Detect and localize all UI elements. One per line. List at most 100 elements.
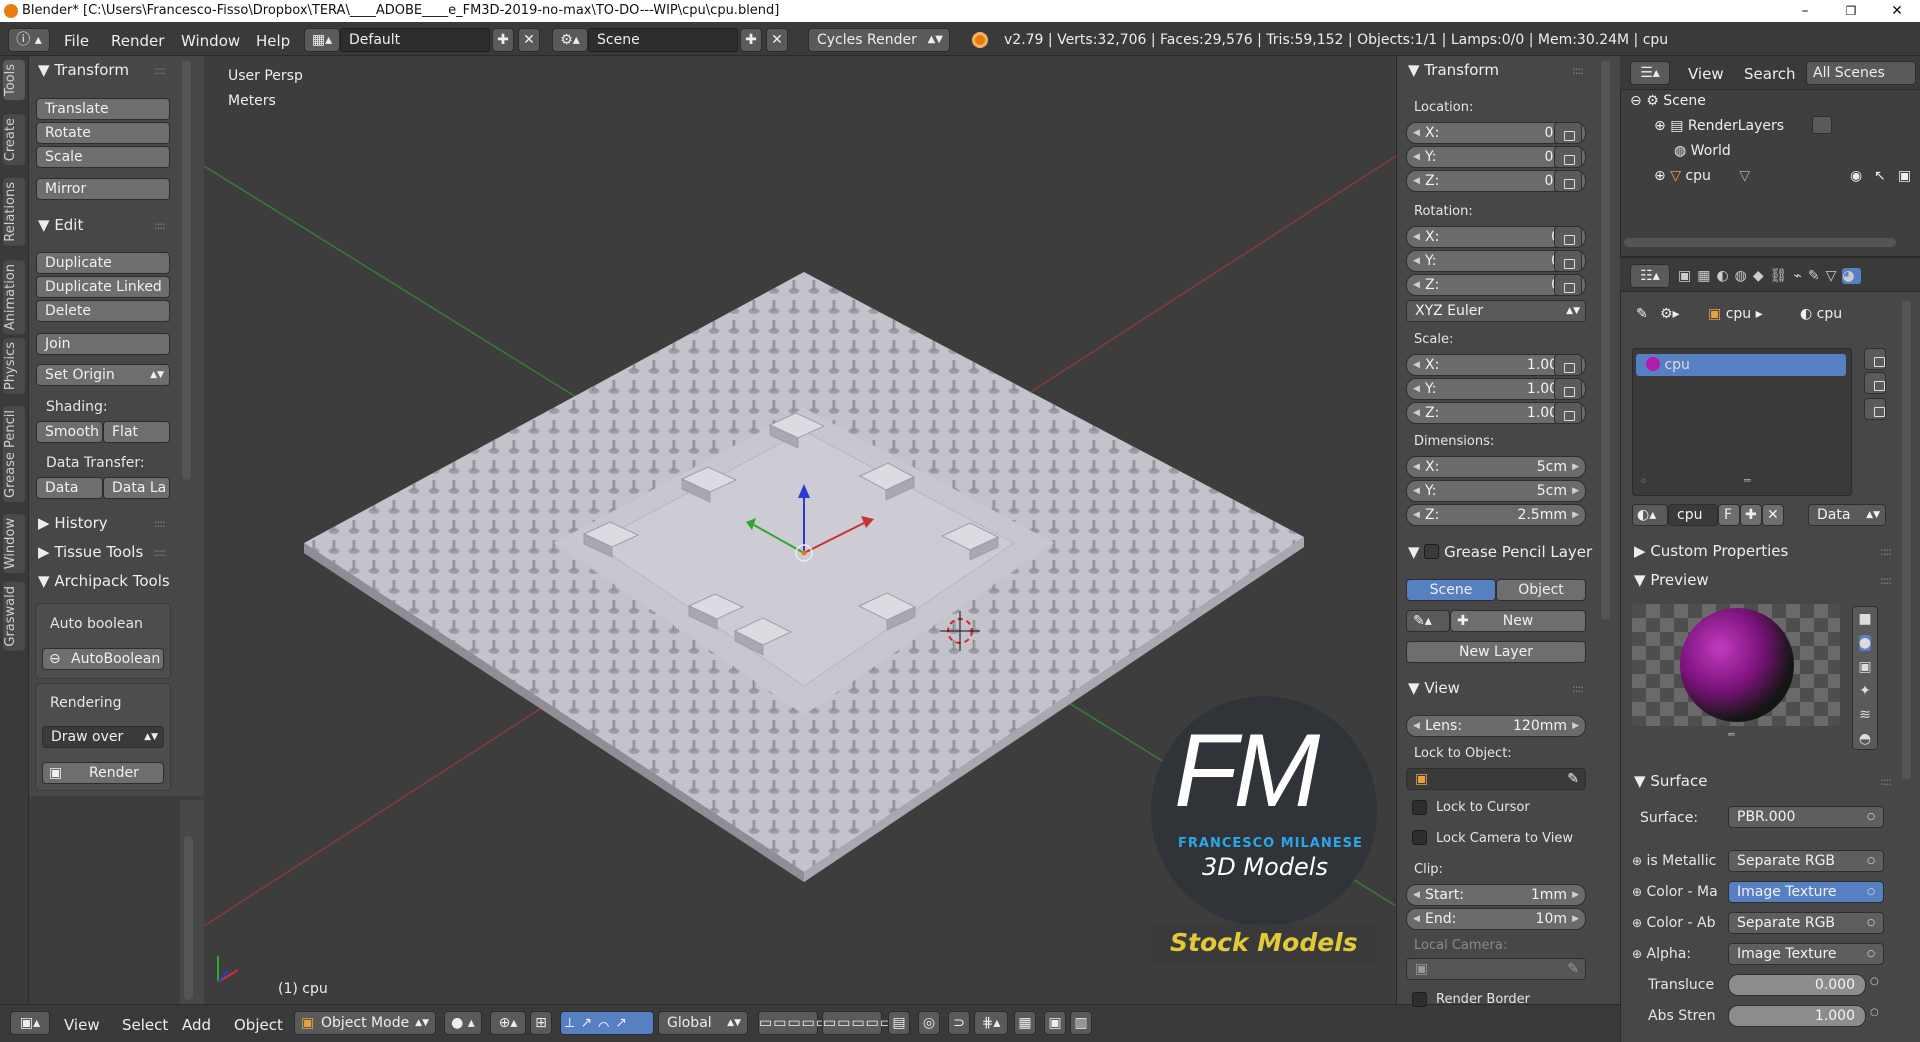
- gp-new-button[interactable]: ✚ New: [1450, 610, 1586, 632]
- dimensions-z-field[interactable]: ◀ Z: 2.5mm ▶: [1406, 504, 1586, 526]
- tab-window[interactable]: Window: [3, 514, 25, 574]
- drag-grip-icon[interactable]: ::::: [1880, 574, 1892, 587]
- surface-shader-field[interactable]: PBR.000 ○: [1728, 806, 1884, 828]
- scale-button[interactable]: Scale: [36, 146, 170, 168]
- draw-over-dropdown[interactable]: Draw over ▲▼: [42, 726, 164, 748]
- render-only-button[interactable]: ▦: [1014, 1011, 1036, 1035]
- material-slot-item[interactable]: cpu: [1636, 354, 1846, 376]
- dimensions-x-field[interactable]: ◀ X: 5cm ▶: [1406, 456, 1586, 478]
- flat-button[interactable]: Flat: [103, 421, 170, 443]
- add-material-slot-icon[interactable]: [1864, 348, 1886, 370]
- slot-resize-icon[interactable]: ◦: [1640, 474, 1647, 488]
- menu-window[interactable]: Window: [181, 30, 240, 52]
- history-panel-header[interactable]: ▶ History: [38, 514, 108, 532]
- layers-row-2[interactable]: ▭▭▭▭▭: [822, 1011, 893, 1035]
- outliner-row-scene[interactable]: ⊖ ⚙ Scene: [1630, 93, 1706, 109]
- render-camera-icon[interactable]: ▣: [1898, 168, 1911, 184]
- local-camera-field[interactable]: ▣ ✎: [1406, 958, 1586, 980]
- dimensions-y-field[interactable]: ◀ Y: 5cm ▶: [1406, 480, 1586, 502]
- mode-dropdown[interactable]: ▣ Object Mode ▲▼: [294, 1011, 436, 1035]
- rotation-mode-dropdown[interactable]: XYZ Euler ▲▼: [1406, 300, 1586, 322]
- material-link-dropdown[interactable]: Data ▲▼: [1808, 504, 1886, 526]
- material-name-field[interactable]: cpu: [1668, 504, 1718, 526]
- outliner-menu-view[interactable]: View: [1688, 63, 1724, 85]
- clip-end-field[interactable]: ◀ End: 10m ▶: [1406, 908, 1586, 930]
- duplicate-button[interactable]: Duplicate: [36, 252, 170, 274]
- lock-layers-button[interactable]: ▤: [888, 1011, 910, 1035]
- lock-scale-z-icon[interactable]: [1554, 402, 1582, 424]
- delete-layout-button[interactable]: ✕: [518, 28, 540, 52]
- remove-material-slot-icon[interactable]: [1864, 372, 1886, 394]
- lock-scale-y-icon[interactable]: [1554, 378, 1582, 400]
- menu-add[interactable]: Add: [182, 1014, 211, 1036]
- join-button[interactable]: Join: [36, 333, 170, 355]
- delete-button[interactable]: Delete: [36, 300, 170, 322]
- color-ma-input[interactable]: Image Texture ○: [1728, 881, 1884, 903]
- outliner-row-renderlayers[interactable]: ⊕ ▤ RenderLayers: [1654, 118, 1784, 134]
- clip-start-field[interactable]: ◀ Start: 1mm ▶: [1406, 884, 1586, 906]
- render-engine-dropdown[interactable]: Cycles Render ▲▼: [808, 28, 950, 52]
- pin-icon[interactable]: ✎: [1636, 306, 1648, 322]
- expand-icon[interactable]: ⊕: [1632, 916, 1642, 930]
- transform-orientation-dropdown[interactable]: Global ▲▼: [658, 1011, 748, 1035]
- socket-icon[interactable]: ○: [1870, 1007, 1879, 1018]
- opengl-anim-button[interactable]: ▥: [1070, 1011, 1092, 1035]
- tab-relations[interactable]: Relations: [3, 178, 25, 246]
- duplicate-linked-button[interactable]: Duplicate Linked: [36, 276, 170, 298]
- material-specials-icon[interactable]: [1864, 398, 1886, 420]
- properties-editor-type-button[interactable]: ☷▴: [1630, 264, 1670, 288]
- gp-data-browse-button[interactable]: ✎▴: [1406, 610, 1450, 632]
- visibility-eye-icon[interactable]: ◉: [1850, 168, 1862, 184]
- n-view-header[interactable]: ▼ View: [1408, 679, 1460, 697]
- slot-list-grip-icon[interactable]: ═: [1744, 474, 1751, 487]
- is-metallic-input[interactable]: Separate RGB ○: [1728, 850, 1884, 872]
- viewport-scrollbar[interactable]: [184, 836, 193, 1000]
- lock-location-z-icon[interactable]: [1554, 170, 1582, 192]
- gp-object-tab[interactable]: Object: [1496, 579, 1586, 601]
- mirror-button[interactable]: Mirror: [36, 178, 170, 200]
- data-button[interactable]: Data: [36, 477, 103, 499]
- drag-grip-icon[interactable]: ::::: [154, 64, 166, 77]
- layers-row-1[interactable]: ▭▭▭▭▭: [758, 1011, 829, 1035]
- lock-rotation-x-icon[interactable]: [1554, 226, 1582, 248]
- lock-to-cursor-checkbox[interactable]: [1412, 800, 1427, 815]
- close-button[interactable]: ✕: [1874, 0, 1920, 22]
- menu-help[interactable]: Help: [256, 30, 290, 52]
- lock-rotation-z-icon[interactable]: [1554, 274, 1582, 296]
- menu-object[interactable]: Object: [234, 1014, 283, 1036]
- layout-selector-button[interactable]: ▦▴: [304, 28, 340, 52]
- expand-icon[interactable]: ⊕: [1632, 854, 1642, 868]
- snap-toggle-button[interactable]: ⊃: [948, 1011, 970, 1035]
- set-origin-dropdown[interactable]: Set Origin ▲▼: [36, 364, 170, 386]
- preview-header[interactable]: ▼ Preview: [1634, 571, 1709, 589]
- menu-render[interactable]: Render: [111, 30, 164, 52]
- lock-scale-x-icon[interactable]: [1554, 354, 1582, 376]
- outliner-row-world[interactable]: ◍ World: [1674, 143, 1731, 159]
- smooth-button[interactable]: Smooth: [36, 421, 103, 443]
- outliner-h-scrollbar[interactable]: [1624, 238, 1896, 247]
- autoboolean-button[interactable]: ⊖ AutoBoolean: [42, 648, 164, 670]
- color-ab-input[interactable]: Separate RGB ○: [1728, 912, 1884, 934]
- drag-grip-icon[interactable]: ::::: [154, 219, 166, 232]
- drag-grip-icon[interactable]: ::::: [1572, 64, 1584, 77]
- tool-shelf-scrollbar[interactable]: [182, 60, 191, 480]
- preview-resize-icon[interactable]: ═: [1728, 728, 1735, 741]
- drag-grip-icon[interactable]: ::::: [154, 546, 166, 559]
- pivot-point-dropdown[interactable]: ⊕▴: [490, 1011, 526, 1035]
- transluce-slider[interactable]: 0.000: [1728, 974, 1866, 996]
- manipulator-type-buttons[interactable]: ⟂↗⌒↗: [560, 1011, 654, 1035]
- rotate-button[interactable]: Rotate: [36, 122, 170, 144]
- tab-graswald[interactable]: Graswald: [3, 582, 25, 651]
- manipulator-toggle[interactable]: ⊞: [530, 1011, 552, 1035]
- scene-name-field[interactable]: Scene: [588, 28, 738, 52]
- editor-type-info-button[interactable]: ⓘ ▴: [8, 28, 50, 52]
- abs-stren-slider[interactable]: 1.000: [1728, 1005, 1866, 1027]
- translate-button[interactable]: Translate: [36, 98, 170, 120]
- new-material-button[interactable]: ✚: [1740, 504, 1762, 526]
- render-border-checkbox[interactable]: [1412, 992, 1427, 1007]
- outliner-menu-search[interactable]: Search: [1744, 63, 1796, 85]
- lock-rotation-y-icon[interactable]: [1554, 250, 1582, 272]
- tab-tools[interactable]: Tools: [3, 60, 25, 101]
- properties-scrollbar[interactable]: [1902, 300, 1911, 780]
- n-panel-scrollbar[interactable]: [1601, 60, 1610, 620]
